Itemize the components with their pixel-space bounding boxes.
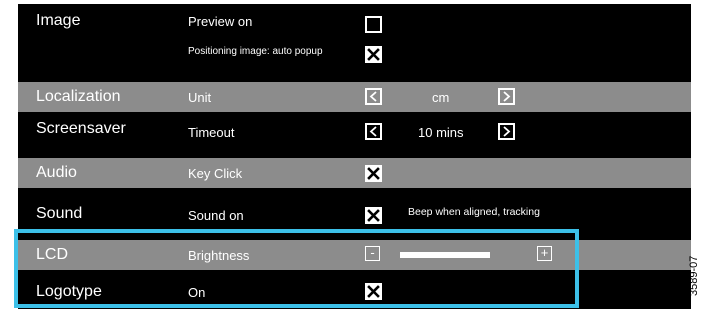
setting-unit: Unit bbox=[188, 90, 212, 105]
row-localization: Localization Unit cm bbox=[18, 82, 691, 112]
logotype-checkbox[interactable] bbox=[365, 283, 382, 300]
unit-value: cm bbox=[432, 90, 450, 105]
setting-brightness: Brightness bbox=[188, 248, 250, 263]
category-image: Image bbox=[36, 12, 81, 29]
settings-panel: Image Preview on Positioning image: auto… bbox=[18, 4, 691, 309]
timeout-prev-button[interactable] bbox=[365, 123, 382, 140]
figure-id: 3589-07 bbox=[688, 255, 700, 296]
chevron-right-icon bbox=[503, 126, 511, 137]
brightness-level-bar bbox=[400, 252, 490, 258]
timeout-value: 10 mins bbox=[418, 125, 464, 140]
brightness-slider[interactable] bbox=[400, 252, 550, 258]
chevron-left-icon bbox=[369, 126, 377, 137]
x-check-icon bbox=[367, 209, 380, 222]
setting-key-click: Key Click bbox=[188, 166, 243, 181]
x-check-icon bbox=[367, 285, 380, 298]
category-screensaver: Screensaver bbox=[36, 120, 126, 137]
row-audio: Audio Key Click bbox=[18, 158, 691, 188]
unit-next-button[interactable] bbox=[498, 88, 515, 105]
chevron-right-icon bbox=[503, 91, 511, 102]
sound-on-checkbox[interactable] bbox=[365, 207, 382, 224]
row-positioning-image: Positioning image: auto popup bbox=[18, 36, 691, 82]
x-check-icon bbox=[367, 48, 380, 61]
setting-positioning-image: Positioning image: auto popup bbox=[188, 46, 323, 57]
timeout-next-button[interactable] bbox=[498, 123, 515, 140]
x-check-icon bbox=[367, 167, 380, 180]
row-image-preview: Image Preview on bbox=[18, 4, 691, 36]
brightness-increase-button[interactable]: + bbox=[537, 246, 552, 261]
row-logotype: Logotype On bbox=[18, 270, 691, 309]
preview-on-checkbox[interactable] bbox=[365, 16, 382, 33]
category-audio: Audio bbox=[36, 164, 77, 181]
chevron-left-icon bbox=[369, 91, 377, 102]
sound-note: Beep when aligned, tracking bbox=[408, 206, 540, 218]
row-screensaver: Screensaver Timeout 10 mins bbox=[18, 112, 691, 158]
key-click-checkbox[interactable] bbox=[365, 165, 382, 182]
category-localization: Localization bbox=[36, 88, 121, 105]
category-sound: Sound bbox=[36, 205, 83, 222]
setting-sound-on: Sound on bbox=[188, 208, 244, 223]
setting-timeout: Timeout bbox=[188, 125, 235, 140]
unit-prev-button[interactable] bbox=[365, 88, 382, 105]
setting-preview-on: Preview on bbox=[188, 14, 253, 29]
setting-logotype-on: On bbox=[188, 285, 206, 300]
positioning-image-checkbox[interactable] bbox=[365, 46, 382, 63]
row-lcd: LCD Brightness - + bbox=[18, 240, 691, 270]
category-logotype: Logotype bbox=[36, 283, 102, 300]
brightness-decrease-button[interactable]: - bbox=[365, 246, 380, 261]
category-lcd: LCD bbox=[36, 246, 69, 263]
row-sound: Sound Sound on Beep when aligned, tracki… bbox=[18, 188, 691, 234]
